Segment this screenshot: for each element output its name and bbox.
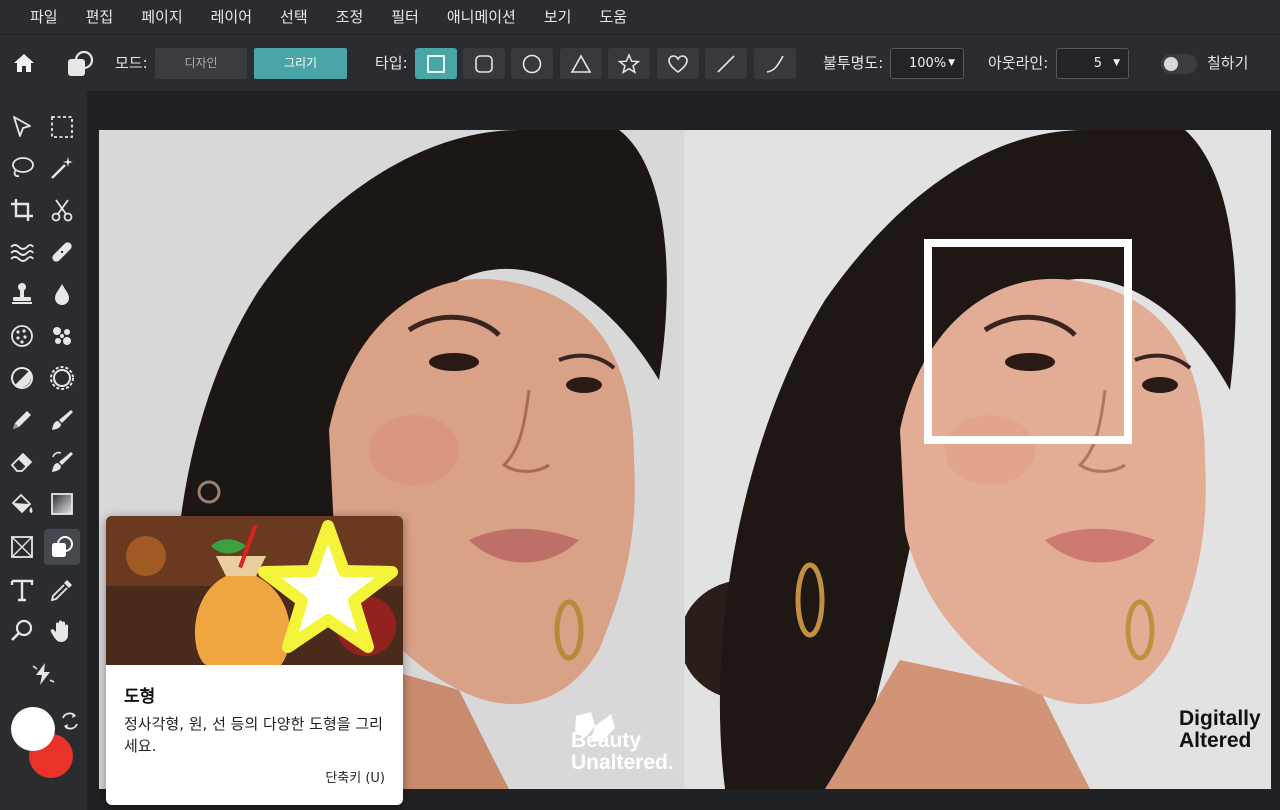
shape-tool-icon[interactable] bbox=[44, 529, 80, 565]
menu-layer[interactable]: 레이어 bbox=[197, 0, 266, 34]
outline-value: 5 bbox=[1093, 56, 1102, 71]
shape-star-button[interactable] bbox=[608, 48, 650, 79]
gradient-icon[interactable] bbox=[46, 488, 78, 520]
menu-file[interactable]: 파일 bbox=[0, 0, 72, 34]
scissors-icon[interactable] bbox=[46, 194, 78, 226]
drop-blur-icon[interactable] bbox=[46, 278, 78, 310]
quick-action-icon[interactable] bbox=[27, 658, 59, 690]
home-icon[interactable] bbox=[10, 49, 38, 77]
line-icon bbox=[717, 54, 735, 73]
rounded-rectangle-icon bbox=[475, 54, 493, 73]
eyedropper-icon[interactable] bbox=[46, 574, 78, 606]
chevron-down-icon: ▼ bbox=[948, 58, 955, 68]
text-icon[interactable] bbox=[6, 574, 38, 606]
swap-colors-icon[interactable] bbox=[59, 710, 81, 732]
liquify-icon[interactable] bbox=[6, 236, 38, 268]
sharpen-icon[interactable] bbox=[46, 320, 78, 352]
tooltip-preview-image bbox=[106, 516, 403, 665]
curve-icon bbox=[766, 55, 784, 73]
rectangle-icon bbox=[427, 54, 445, 73]
outline-dropdown[interactable]: 5 ▼ bbox=[1056, 48, 1129, 79]
menu-view[interactable]: 보기 bbox=[530, 0, 586, 34]
lasso-icon[interactable] bbox=[6, 152, 38, 184]
opacity-value: 100% bbox=[909, 56, 947, 71]
tooltip-title: 도형 bbox=[124, 687, 156, 707]
photo-altered: Digitally Altered bbox=[685, 130, 1271, 789]
chevron-down-icon: ▼ bbox=[1113, 58, 1120, 68]
tooltip-shortcut: 단축키 (U) bbox=[325, 771, 385, 786]
paint-bucket-icon[interactable] bbox=[6, 488, 38, 520]
color-replace-icon[interactable] bbox=[46, 446, 78, 478]
menu-edit[interactable]: 편집 bbox=[72, 0, 128, 34]
menu-help[interactable]: 도움 bbox=[585, 0, 641, 34]
shape-heart-button[interactable] bbox=[657, 48, 699, 79]
mode-label: 모드: bbox=[115, 54, 148, 72]
mode-draw-button[interactable]: 그리기 bbox=[254, 48, 347, 79]
pencil-icon[interactable] bbox=[6, 404, 38, 436]
heart-icon bbox=[668, 54, 688, 73]
menu-select[interactable]: 선택 bbox=[266, 0, 322, 34]
marquee-select-icon[interactable] bbox=[46, 111, 78, 143]
stamp-icon[interactable] bbox=[6, 278, 38, 310]
shape-rectangle-button[interactable] bbox=[415, 48, 457, 79]
frame-icon[interactable] bbox=[6, 531, 38, 563]
crop-icon[interactable] bbox=[6, 194, 38, 226]
shape-triangle-button[interactable] bbox=[560, 48, 602, 79]
type-label: 타입: bbox=[375, 54, 408, 72]
brush-icon[interactable] bbox=[46, 404, 78, 436]
hand-icon[interactable] bbox=[46, 615, 78, 647]
foreground-color-swatch[interactable] bbox=[11, 707, 55, 751]
opacity-label: 불투명도: bbox=[823, 54, 884, 72]
dodge-icon[interactable] bbox=[6, 362, 38, 394]
star-icon bbox=[618, 52, 640, 74]
menu-page[interactable]: 페이지 bbox=[127, 0, 196, 34]
fill-label: 칠하기 bbox=[1207, 54, 1249, 72]
triangle-icon bbox=[570, 53, 592, 73]
shape-curve-button[interactable] bbox=[754, 48, 796, 79]
outline-label: 아웃라인: bbox=[988, 54, 1049, 72]
circle-icon bbox=[522, 54, 542, 73]
burn-icon[interactable] bbox=[46, 362, 78, 394]
tooltip-description: 정사각형, 원, 선 등의 다양한 도형을 그리세요. bbox=[124, 715, 383, 755]
shape-circle-button[interactable] bbox=[511, 48, 553, 79]
shape-tool-tooltip: 도형 정사각형, 원, 선 등의 다양한 도형을 그리세요. 단축키 (U) bbox=[106, 516, 403, 805]
toggle-knob bbox=[1164, 57, 1178, 71]
menu-adjust[interactable]: 조정 bbox=[322, 0, 378, 34]
zoom-icon[interactable] bbox=[6, 615, 38, 647]
menu-filter[interactable]: 필터 bbox=[377, 0, 433, 34]
menu-animation[interactable]: 애니메이션 bbox=[433, 0, 530, 34]
healing-bandage-icon[interactable] bbox=[46, 236, 78, 268]
menu-bar: 파일 편집 페이지 레이어 선택 조정 필터 애니메이션 보기 도움 bbox=[0, 0, 1280, 34]
eraser-icon[interactable] bbox=[6, 446, 38, 478]
shape-line-button[interactable] bbox=[705, 48, 747, 79]
shape-rounded-rectangle-button[interactable] bbox=[463, 48, 505, 79]
tool-panel bbox=[0, 91, 87, 810]
fill-toggle[interactable] bbox=[1161, 54, 1197, 74]
watermark-digitally-altered: Digitally Altered bbox=[1179, 707, 1261, 752]
watermark-beauty-unaltered: Beauty Unaltered. bbox=[571, 708, 684, 774]
opacity-dropdown[interactable]: 100% ▼ bbox=[890, 48, 964, 79]
shape-tool-icon bbox=[64, 49, 96, 79]
options-toolbar: 모드: 디자인 그리기 타입: 불투명도: 100% ▼ 아웃라인: 5 ▼ 칠… bbox=[0, 34, 1280, 91]
arrow-select-icon[interactable] bbox=[6, 111, 38, 143]
sponge-icon[interactable] bbox=[6, 320, 38, 352]
magic-wand-icon[interactable] bbox=[46, 152, 78, 184]
mode-design-button[interactable]: 디자인 bbox=[155, 48, 247, 79]
